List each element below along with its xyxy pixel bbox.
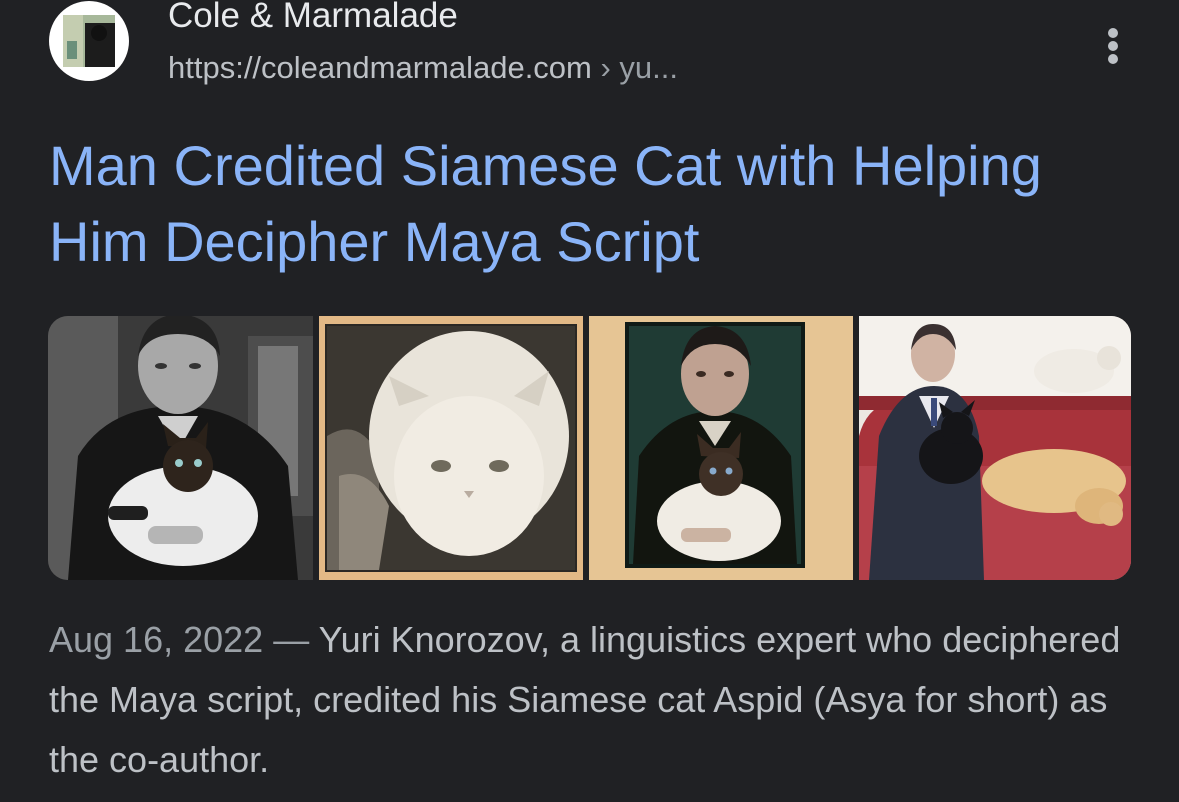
site-name[interactable]: Cole & Marmalade xyxy=(168,0,458,36)
search-result: Cole & Marmalade https://coleandmarmalad… xyxy=(0,0,1179,802)
result-date: Aug 16, 2022 xyxy=(49,619,264,660)
more-vert-icon[interactable] xyxy=(1094,24,1132,68)
white-cat-sepia-photo-icon[interactable] xyxy=(319,316,583,580)
site-url-breadcrumb: › yu... xyxy=(591,50,679,85)
man-holding-siamese-cat-bw-photo-icon[interactable] xyxy=(48,316,313,580)
site-favicon[interactable] xyxy=(49,1,129,81)
man-on-red-sofa-with-cats-photo-icon[interactable] xyxy=(859,316,1131,580)
cat-photo-favicon-icon xyxy=(63,15,115,67)
site-url-domain: https://coleandmarmalade.com xyxy=(168,50,592,85)
result-snippet: Aug 16, 2022 — Yuri Knorozov, a linguist… xyxy=(49,610,1139,790)
site-url[interactable]: https://coleandmarmalade.com › yu... xyxy=(168,50,678,86)
man-holding-siamese-cat-color-photo-icon[interactable] xyxy=(589,316,853,580)
date-separator: — xyxy=(263,619,319,660)
result-title-link[interactable]: Man Credited Siamese Cat with Helping Hi… xyxy=(49,128,1149,280)
image-carousel xyxy=(48,316,1131,580)
